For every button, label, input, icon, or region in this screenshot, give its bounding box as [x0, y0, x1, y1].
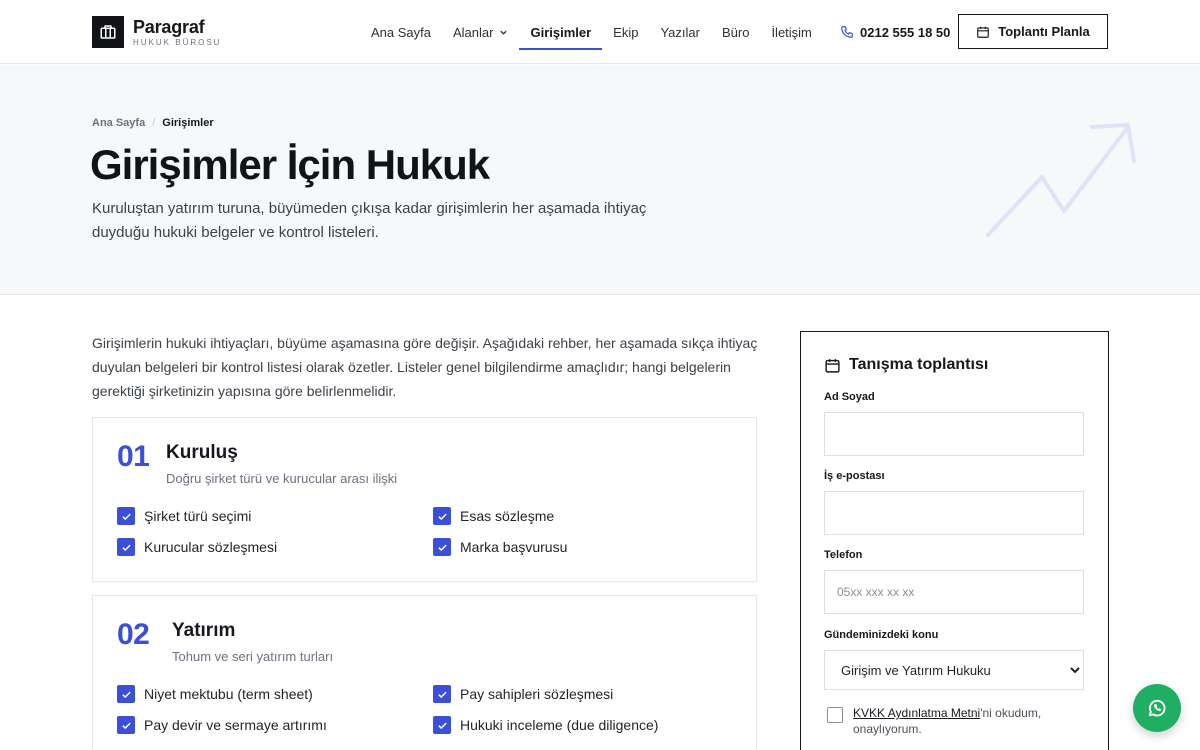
whatsapp-icon: [1148, 699, 1166, 717]
stage-card-founding: 01 Kuruluş Doğru şirket türü ve kurucula…: [92, 417, 757, 582]
brand-logo[interactable]: Paragraf HUKUK BÜROSU: [92, 16, 221, 48]
phone-number: 0212 555 18 50: [860, 24, 951, 40]
checklist-item: Kurucular sözleşmesi: [117, 538, 277, 556]
checklist-label: Pay sahipleri sözleşmesi: [460, 686, 614, 702]
checklist-label: Hukuki inceleme (due diligence): [460, 717, 659, 733]
kvkk-link[interactable]: KVKK Aydınlatma Metni: [853, 706, 980, 720]
stage-number: 02: [117, 618, 150, 651]
briefcase-icon: [92, 16, 124, 48]
checklist-label: Pay devir ve sermaye artırımı: [144, 717, 327, 733]
page-hero: Ana Sayfa / Girişimler Girişimler İçin H…: [0, 65, 1200, 295]
consent-checkbox[interactable]: [827, 707, 843, 723]
check-icon: [433, 507, 451, 525]
stage-card-investment: 02 Yatırım Tohum ve seri yatırım turları…: [92, 595, 757, 750]
check-icon: [433, 716, 451, 734]
name-label: Ad Soyad: [824, 391, 875, 403]
main-nav: Ana Sayfa Alanlar Girişimler Ekip Yazıla…: [360, 0, 823, 64]
check-icon: [433, 538, 451, 556]
name-input[interactable]: [824, 412, 1084, 456]
stage-subtitle: Tohum ve seri yatırım turları: [172, 649, 334, 664]
checklist-item: Marka başvurusu: [433, 538, 567, 556]
chevron-down-icon: [499, 28, 508, 37]
intro-text: Girişimlerin hukuki ihtiyaçları, büyüme …: [92, 335, 758, 399]
checklist-item: Pay sahipleri sözleşmesi: [433, 685, 613, 703]
checklist-item: Pay devir ve sermaye artırımı: [117, 716, 327, 734]
checklist-label: Şirket türü seçimi: [144, 508, 252, 524]
schedule-meeting-label: Toplantı Planla: [998, 24, 1090, 39]
checklist-label: Esas sözleşme: [460, 508, 555, 524]
stage-title: Kuruluş: [166, 442, 238, 463]
nav-office[interactable]: Büro: [722, 0, 749, 64]
checklist-label: Marka başvurusu: [460, 539, 568, 555]
nav-areas-label: Alanlar: [453, 24, 494, 40]
whatsapp-button[interactable]: [1133, 684, 1181, 732]
nav-articles[interactable]: Yazılar: [660, 0, 700, 64]
checklist-label: Niyet mektubu (term sheet): [144, 686, 313, 702]
breadcrumb-separator: /: [152, 117, 156, 129]
nav-areas[interactable]: Alanlar: [453, 0, 508, 64]
breadcrumb: Ana Sayfa / Girişimler: [92, 117, 214, 129]
checklist-item: Niyet mektubu (term sheet): [117, 685, 313, 703]
meeting-form-card: Tanışma toplantısı Ad Soyad İş e-postası…: [800, 331, 1109, 750]
nav-team[interactable]: Ekip: [613, 0, 638, 64]
checklist-item: Esas sözleşme: [433, 507, 554, 525]
check-icon: [117, 685, 135, 703]
brand-name: Paragraf: [133, 16, 205, 37]
stage-title: Yatırım: [172, 620, 236, 641]
breadcrumb-home[interactable]: Ana Sayfa: [92, 117, 145, 129]
checklist-label: Kurucular sözleşmesi: [144, 539, 278, 555]
email-label: İş e-postası: [824, 470, 885, 482]
growth-arrow-icon: [986, 123, 1136, 237]
breadcrumb-current: Girişimler: [162, 117, 214, 129]
phone-input[interactable]: [824, 570, 1084, 614]
calendar-icon: [976, 25, 990, 39]
consent-text: KVKK Aydınlatma Metni'ni okudum, onaylıy…: [853, 705, 1063, 737]
email-input[interactable]: [824, 491, 1084, 535]
form-title-label: Tanışma toplantısı: [849, 356, 989, 373]
stage-subtitle: Doğru şirket türü ve kurucular arası ili…: [166, 471, 398, 486]
site-header: Paragraf HUKUK BÜROSU Ana Sayfa Alanlar …: [0, 0, 1200, 64]
checklist-item: Hukuki inceleme (due diligence): [433, 716, 658, 734]
brand-tagline: HUKUK BÜROSU: [133, 37, 222, 47]
page-title: Girişimler İçin Hukuk: [90, 141, 490, 188]
check-icon: [117, 716, 135, 734]
checklist-item: Şirket türü seçimi: [117, 507, 251, 525]
kvkk-consent: KVKK Aydınlatma Metni'ni okudum, onaylıy…: [827, 705, 1063, 737]
phone-link[interactable]: 0212 555 18 50: [840, 0, 950, 64]
topic-label: Gündeminizdeki konu: [824, 629, 939, 641]
stage-number: 01: [117, 440, 150, 473]
phone-icon: [840, 25, 854, 39]
topic-select[interactable]: Girişim ve Yatırım Hukuku: [824, 650, 1084, 690]
calendar-icon: [824, 357, 841, 374]
nav-contact[interactable]: İletişim: [771, 0, 811, 64]
phone-label: Telefon: [824, 549, 863, 561]
nav-startups[interactable]: Girişimler: [519, 0, 602, 64]
check-icon: [117, 538, 135, 556]
check-icon: [433, 685, 451, 703]
schedule-meeting-button[interactable]: Toplantı Planla: [958, 14, 1108, 49]
check-icon: [117, 507, 135, 525]
nav-home[interactable]: Ana Sayfa: [371, 0, 431, 64]
form-title: Tanışma toplantısı: [824, 356, 988, 374]
page-description: Kuruluştan yatırım turuna, büyümeden çık…: [92, 200, 647, 241]
